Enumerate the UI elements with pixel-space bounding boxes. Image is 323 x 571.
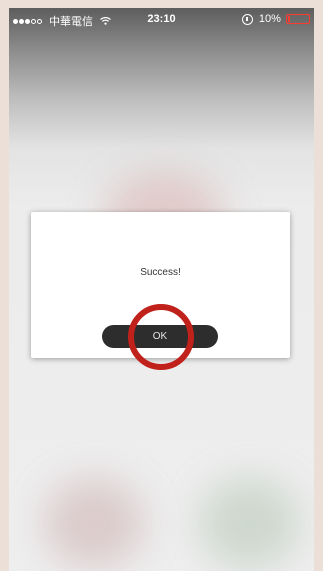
- battery-level-fill: [288, 16, 290, 23]
- blurred-background-shape: [44, 478, 144, 568]
- ok-button[interactable]: OK: [102, 325, 218, 348]
- status-right: 10%: [241, 13, 310, 26]
- status-bar: 中華電信 23:10 10%: [9, 8, 314, 32]
- alert-dialog: Success! OK: [31, 212, 290, 358]
- blurred-background-shape: [199, 478, 299, 568]
- rotation-lock-icon: [241, 13, 253, 25]
- dialog-message: Success!: [140, 267, 181, 278]
- battery-percent: 10%: [258, 13, 281, 26]
- battery-icon: [286, 14, 310, 25]
